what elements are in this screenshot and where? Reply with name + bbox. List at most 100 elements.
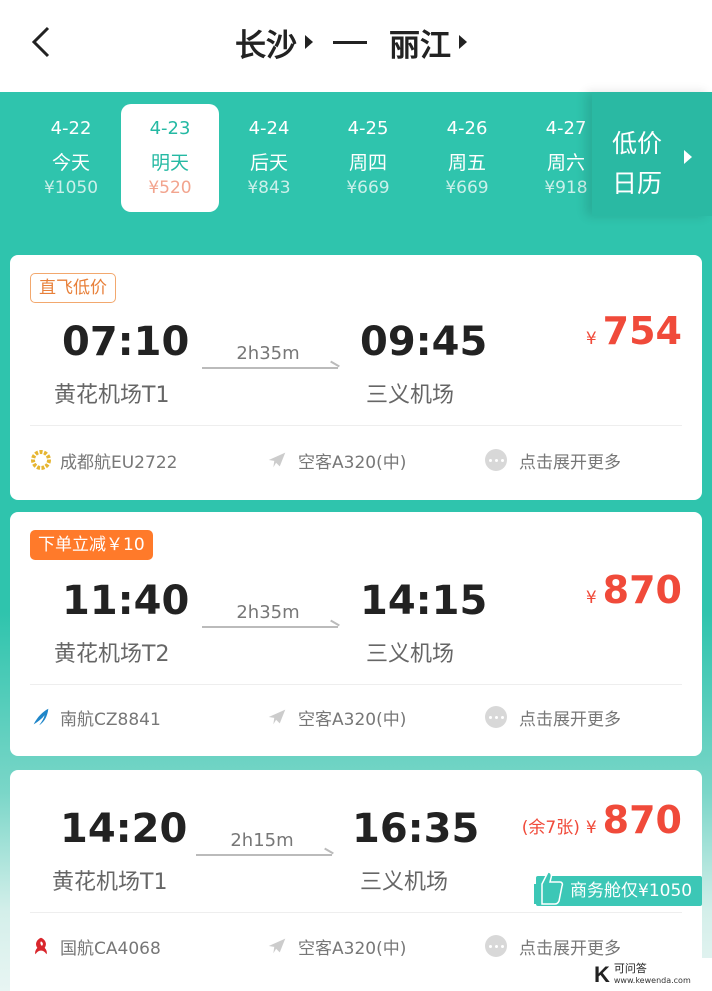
destination-dropdown-icon <box>459 35 467 49</box>
departure-time: 07:10 <box>62 319 190 365</box>
aircraft-info: 空客A320(中) <box>266 702 406 732</box>
divider <box>30 912 682 913</box>
expand-more-label: 点击展开更多 <box>519 709 621 730</box>
date-label: 4-26 <box>446 118 488 139</box>
price-amount: 754 <box>602 309 682 353</box>
date-item-3[interactable]: 4-25 周四 ¥669 <box>319 104 417 212</box>
chevron-right-icon <box>684 150 692 164</box>
low-price-calendar-button[interactable]: 低价日历 <box>592 92 712 216</box>
promo-badge: 直飞低价 <box>30 273 116 303</box>
expand-more-label: 点击展开更多 <box>519 938 621 959</box>
date-label: 4-23 <box>149 118 191 139</box>
arrival-airport: 三义机场 <box>360 870 449 895</box>
flight-price: ¥ 754 <box>586 309 682 353</box>
watermark-name: 可问答 <box>613 961 647 975</box>
departure-time: 14:20 <box>60 806 188 852</box>
airline-flight-number: 成都航EU2722 <box>60 452 178 473</box>
departure-time: 11:40 <box>62 578 190 624</box>
date-price: ¥669 <box>346 178 390 198</box>
date-price: ¥669 <box>445 178 489 198</box>
seats-remaining: (余7张) <box>521 818 580 838</box>
origin-city: 长沙 <box>235 27 297 64</box>
watermark-url: www.kewenda.com <box>613 975 691 985</box>
flight-duration: 2h15m <box>230 830 294 851</box>
date-label: 4-25 <box>347 118 389 139</box>
aircraft-type: 空客A320(中) <box>298 938 407 959</box>
date-strip[interactable]: 4-22 今天 ¥1050 4-23 明天 ¥520 4-24 后天 ¥843 … <box>22 104 592 216</box>
arrival-time: 09:45 <box>360 319 488 365</box>
duration-arrow-icon <box>196 854 332 856</box>
aircraft-info: 空客A320(中) <box>266 931 406 961</box>
more-icon <box>485 935 507 957</box>
price-amount: 870 <box>602 798 682 842</box>
day-label: 后天 <box>249 152 288 174</box>
aircraft-type: 空客A320(中) <box>298 709 407 730</box>
aircraft-info: 空客A320(中) <box>266 445 406 475</box>
departure-airport: 黄花机场T1 <box>54 383 170 408</box>
airline-flight-number: 国航CA4068 <box>60 938 161 959</box>
more-icon <box>485 449 507 471</box>
airline-flight-number: 南航CZ8841 <box>60 709 161 730</box>
departure-airport: 黄花机场T1 <box>52 870 168 895</box>
plane-icon <box>268 938 286 954</box>
flight-info-row: 国航CA4068 空客A320(中) 点击展开更多 <box>30 931 682 961</box>
destination-city: 丽江 <box>389 27 451 64</box>
price-amount: 870 <box>602 568 682 612</box>
chengdu-airlines-logo-icon <box>31 450 51 470</box>
flight-price: ¥ 870 <box>586 568 682 612</box>
flight-info-row: 南航CZ8841 空客A320(中) 点击展开更多 <box>30 702 682 732</box>
date-price: ¥843 <box>247 178 291 198</box>
day-label: 周四 <box>348 152 387 174</box>
date-item-1[interactable]: 4-23 明天 ¥520 <box>121 104 219 212</box>
expand-more-label: 点击展开更多 <box>519 452 621 473</box>
divider <box>30 684 682 685</box>
airline-info: 成都航EU2722 <box>30 445 177 475</box>
flight-card-0[interactable]: 直飞低价 07:10 黄花机场T1 2h35m 09:45 三义机场 ¥ 754… <box>10 255 702 500</box>
expand-more-button[interactable]: 点击展开更多 <box>485 445 621 475</box>
date-item-0[interactable]: 4-22 今天 ¥1050 <box>22 104 120 212</box>
currency-symbol: ¥ <box>585 329 597 349</box>
thumbs-up-icon <box>534 871 564 905</box>
flight-price: (余7张) ¥ 870 <box>522 798 682 842</box>
date-item-2[interactable]: 4-24 后天 ¥843 <box>220 104 318 212</box>
china-southern-logo-icon <box>33 708 49 726</box>
day-label: 周五 <box>447 152 486 174</box>
expand-more-button[interactable]: 点击展开更多 <box>485 931 621 961</box>
duration-arrow-icon <box>202 367 338 369</box>
arrival-airport: 三义机场 <box>366 383 455 408</box>
departure-airport: 黄花机场T2 <box>54 642 170 667</box>
flight-card-1[interactable]: 下单立减￥10 11:40 黄花机场T2 2h35m 14:15 三义机场 ¥ … <box>10 512 702 756</box>
arrival-time: 14:15 <box>360 578 488 624</box>
currency-symbol: ¥ <box>585 588 597 608</box>
arrival-airport: 三义机场 <box>366 642 455 667</box>
route-dash <box>333 40 367 44</box>
duration-arrow-icon <box>202 626 338 628</box>
flight-info-row: 成都航EU2722 空客A320(中) 点击展开更多 <box>30 445 682 475</box>
route-title[interactable]: 长沙 丽江 <box>0 0 712 84</box>
air-china-logo-icon <box>35 937 47 955</box>
divider <box>30 425 682 426</box>
header: 长沙 丽江 <box>0 0 712 92</box>
day-label: 明天 <box>150 152 189 174</box>
currency-symbol: ¥ <box>585 818 597 838</box>
flight-duration: 2h35m <box>236 343 300 364</box>
low-price-calendar-label: 低价日历 <box>612 129 663 198</box>
day-label: 今天 <box>51 152 90 174</box>
flight-duration: 2h35m <box>236 602 300 623</box>
watermark-logo: K <box>594 961 610 987</box>
date-price: ¥520 <box>148 178 192 198</box>
more-icon <box>485 706 507 728</box>
expand-more-button[interactable]: 点击展开更多 <box>485 702 621 732</box>
arrival-time: 16:35 <box>352 806 480 852</box>
date-item-4[interactable]: 4-26 周五 ¥669 <box>418 104 516 212</box>
date-label: 4-24 <box>248 118 290 139</box>
date-label: 4-22 <box>50 118 92 139</box>
date-price: ¥1050 <box>43 178 99 198</box>
plane-icon <box>268 709 286 725</box>
promo-badge: 下单立减￥10 <box>30 530 153 560</box>
origin-dropdown-icon <box>305 35 313 49</box>
airline-info: 南航CZ8841 <box>30 702 161 732</box>
plane-icon <box>268 452 286 468</box>
aircraft-type: 空客A320(中) <box>298 452 407 473</box>
watermark: K 可问答 www.kewenda.com <box>590 958 712 991</box>
